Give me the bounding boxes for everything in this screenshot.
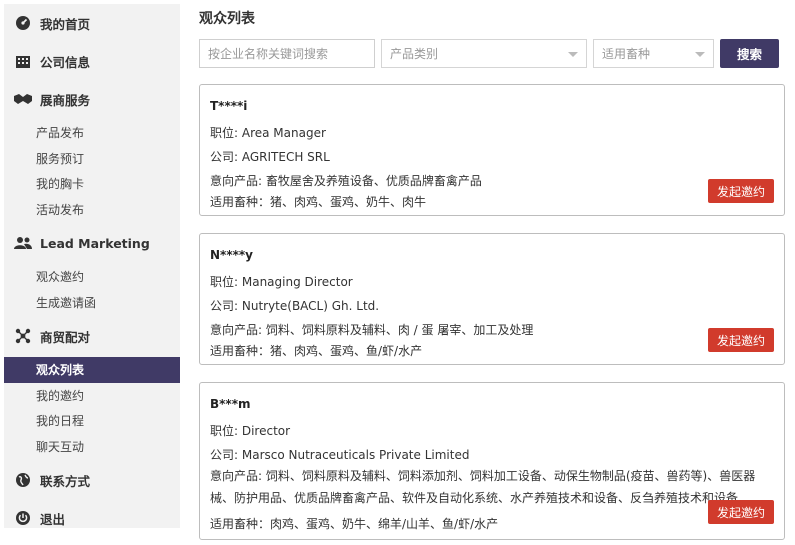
audience-position: 职位: Area Manager xyxy=(210,126,326,140)
nav-item-label: 我的胸卡 xyxy=(36,177,85,192)
nav-lead-marketing[interactable]: Lead Marketing xyxy=(4,224,180,262)
invite-button[interactable]: 发起邀约 xyxy=(708,500,774,524)
audience-products: 意向产品: 畜牧屋舍及养殖设备、优质品牌畜禽产品 xyxy=(210,174,482,188)
nav-item-label: 观众列表 xyxy=(36,363,85,378)
nav-item-my-badge[interactable]: 我的胸卡 xyxy=(4,171,180,197)
nav-business-matching-label: 商贸配对 xyxy=(40,329,91,345)
nav-item-audience-invite[interactable]: 观众邀约 xyxy=(4,264,180,290)
nav-business-matching[interactable]: 商贸配对 xyxy=(4,317,180,355)
nav-lead-marketing-label: Lead Marketing xyxy=(40,235,150,251)
nav-item-product-publish[interactable]: 产品发布 xyxy=(4,120,180,146)
chevron-down-icon xyxy=(568,52,578,57)
audience-species: 适用畜种：猪、肉鸡、蛋鸡、鱼/虾/水产 xyxy=(210,344,423,358)
audience-position: 职位: Managing Director xyxy=(210,275,353,289)
product-category-value: 产品类别 xyxy=(390,47,439,61)
nav-exhibitor-services[interactable]: 展商服务 xyxy=(4,80,180,118)
audience-company: 公司: Marsco Nutraceuticals Private Limite… xyxy=(210,448,470,462)
audience-name: B***m xyxy=(210,397,251,411)
search-input[interactable] xyxy=(199,39,375,68)
globe-icon xyxy=(14,471,32,489)
audience-species: 适用畜种：猪、肉鸡、蛋鸡、奶牛、肉牛 xyxy=(210,195,427,209)
audience-name: N****y xyxy=(210,248,253,262)
nav-home-label: 我的首页 xyxy=(40,16,91,32)
nav-company-info[interactable]: 公司信息 xyxy=(4,42,180,80)
nav-item-label: 我的邀约 xyxy=(36,388,85,403)
audience-company: 公司: Nutryte(BACL) Gh. Ltd. xyxy=(210,299,380,313)
audience-position: 职位: Director xyxy=(210,424,291,438)
nav-item-service-booking[interactable]: 服务预订 xyxy=(4,146,180,172)
nav-item-chat[interactable]: 聊天互动 xyxy=(4,434,180,460)
chevron-down-icon xyxy=(695,52,705,57)
nav-item-audience-list[interactable]: 观众列表 xyxy=(4,357,180,383)
power-icon xyxy=(14,509,32,527)
sidebar: 我的首页 公司信息 展商服务 产品发布 服务预订 我的胸卡 活动发布 Lead … xyxy=(4,4,180,528)
nav-logout-label: 退出 xyxy=(40,511,66,527)
dashboard-icon xyxy=(14,14,32,32)
network-icon xyxy=(14,327,32,345)
product-category-select[interactable]: 产品类别 xyxy=(381,39,587,68)
nav-item-event-publish[interactable]: 活动发布 xyxy=(4,197,180,223)
nav-item-my-invitations[interactable]: 我的邀约 xyxy=(4,383,180,409)
users-icon xyxy=(14,234,32,252)
nav-item-label: 聊天互动 xyxy=(36,439,85,454)
species-select[interactable]: 适用畜种 xyxy=(593,39,714,68)
nav-item-label: 我的日程 xyxy=(36,414,85,429)
building-icon xyxy=(14,52,32,70)
nav-item-my-schedule[interactable]: 我的日程 xyxy=(4,408,180,434)
page-title: 观众列表 xyxy=(199,11,255,27)
audience-company: 公司: AGRITECH SRL xyxy=(210,150,330,164)
audience-species: 适用畜种：肉鸡、蛋鸡、奶牛、绵羊/山羊、鱼/虾/水产 xyxy=(210,517,499,531)
invite-button[interactable]: 发起邀约 xyxy=(708,328,774,352)
invite-button[interactable]: 发起邀约 xyxy=(708,179,774,203)
audience-products: 意向产品: 饲料、饲料原料及辅料、饲料添加剂、饲料加工设备、动保生物制品(疫苗、… xyxy=(210,469,756,505)
nav-home[interactable]: 我的首页 xyxy=(4,4,180,42)
nav-company-info-label: 公司信息 xyxy=(40,54,91,70)
nav-contact-label: 联系方式 xyxy=(40,473,91,489)
audience-card: T****i 职位: Area Manager 公司: AGRITECH SRL… xyxy=(199,84,785,216)
search-button[interactable]: 搜索 xyxy=(720,39,779,68)
species-value: 适用畜种 xyxy=(602,47,651,61)
nav-item-label: 生成邀请函 xyxy=(36,295,97,310)
nav-logout[interactable]: 退出 xyxy=(4,499,180,537)
nav-item-label: 服务预订 xyxy=(36,151,85,166)
nav-item-label: 活动发布 xyxy=(36,202,85,217)
nav-item-label: 产品发布 xyxy=(36,126,85,141)
nav-contact[interactable]: 联系方式 xyxy=(4,461,180,499)
nav-exhibitor-services-label: 展商服务 xyxy=(40,92,91,108)
nav-item-label: 观众邀约 xyxy=(36,270,85,285)
search-bar: 产品类别 适用畜种 搜索 xyxy=(199,39,785,68)
audience-card: B***m 职位: Director 公司: Marsco Nutraceuti… xyxy=(199,382,785,540)
nav-item-generate-invitation[interactable]: 生成邀请函 xyxy=(4,290,180,316)
handshake-icon xyxy=(14,90,32,108)
audience-name: T****i xyxy=(210,99,248,113)
audience-card: N****y 职位: Managing Director 公司: Nutryte… xyxy=(199,233,785,365)
audience-products: 意向产品: 饲料、饲料原料及辅料、肉 / 蛋 屠宰、加工及处理 xyxy=(210,323,534,337)
